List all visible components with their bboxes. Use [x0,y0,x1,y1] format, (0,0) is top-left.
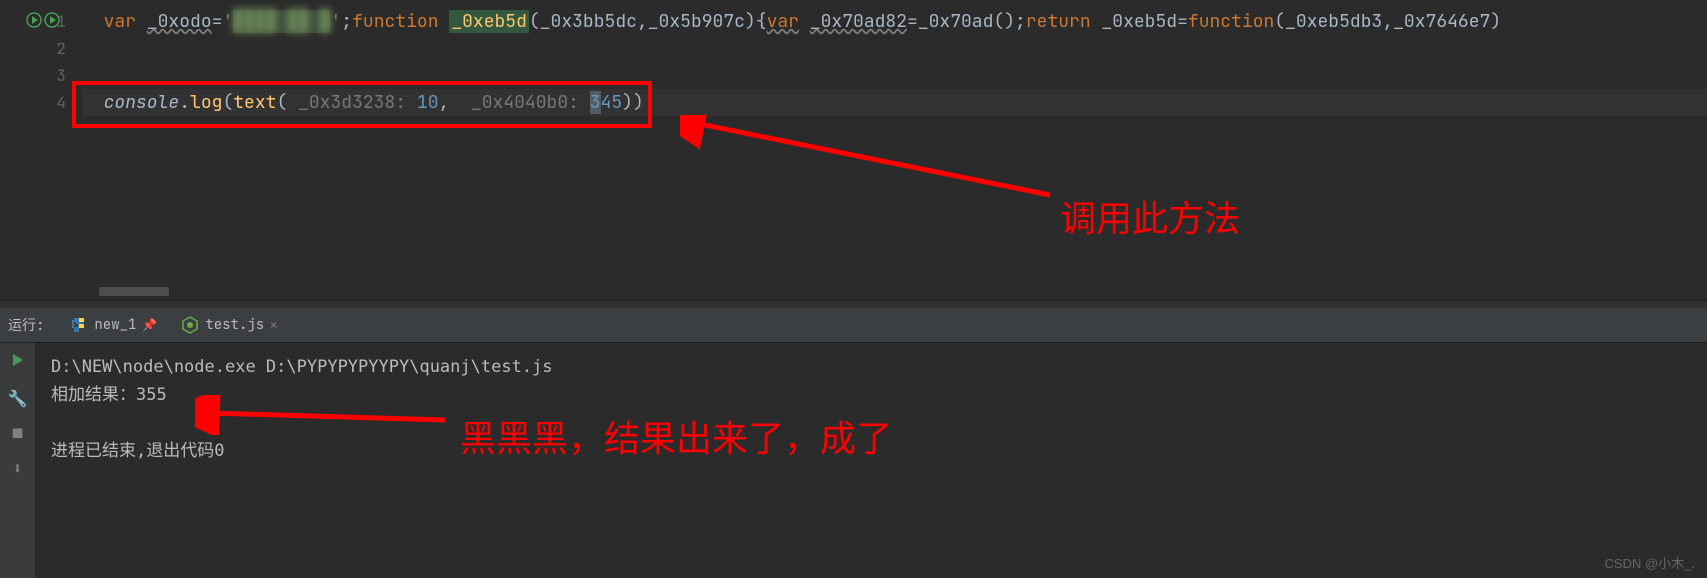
terminal-line: D:\NEW\node\node.exe D:\PYPYPYPYYPY\quan… [51,353,1691,381]
terminal-line [51,409,1691,437]
line-num: 3 [56,65,66,86]
scrollbar-thumb[interactable] [99,287,169,296]
terminal-line: 相加结果：355 [51,381,1691,409]
run-tabbar: 运行: new_1 📌 test.js ✕ [0,308,1707,343]
stop-icon[interactable]: ■ [13,423,23,444]
run-icon[interactable] [44,12,60,28]
watermark: CSDN @小木_. [1605,553,1696,572]
line-number: 1 [0,8,82,35]
tab-test-js[interactable]: test.js ✕ [173,312,285,338]
code-line-1: var _0xodo='████ ██ █';function _0xeb5d(… [82,8,1707,35]
line-num: 2 [56,38,66,59]
tab-label: test.js [205,316,264,334]
wrench-icon[interactable]: 🔧 [8,388,28,409]
download-icon[interactable]: ⬇ [13,458,23,479]
panel-separator[interactable] [0,300,1707,308]
code-line-2 [82,35,1707,62]
terminal-panel: 🔧 ■ ⬇ D:\NEW\node\node.exe D:\PYPYPYPYYP… [0,343,1707,578]
python-icon [70,316,88,334]
annotation-box [72,81,652,128]
gutter: 1 2 3 4 [0,0,82,300]
code-editor[interactable]: 1 2 3 4 var _0xodo='████ ██ █';function … [0,0,1707,300]
run-label: 运行: [8,315,44,335]
code-area[interactable]: var _0xodo='████ ██ █';function _0xeb5d(… [82,0,1707,300]
close-icon[interactable]: ✕ [270,317,277,333]
run-icon[interactable] [26,12,42,28]
terminal-output[interactable]: D:\NEW\node\node.exe D:\PYPYPYPYYPY\quan… [35,343,1707,578]
line-num: 4 [56,92,66,113]
js-icon [181,316,199,334]
tab-label: new_1 [94,316,136,334]
rerun-icon[interactable] [10,351,26,374]
terminal-line: 进程已结束,退出代码0 [51,437,1691,465]
tab-new-1[interactable]: new_1 📌 [62,312,165,338]
terminal-sidebar: 🔧 ■ ⬇ [0,343,35,578]
pin-icon[interactable]: 📌 [142,317,157,333]
